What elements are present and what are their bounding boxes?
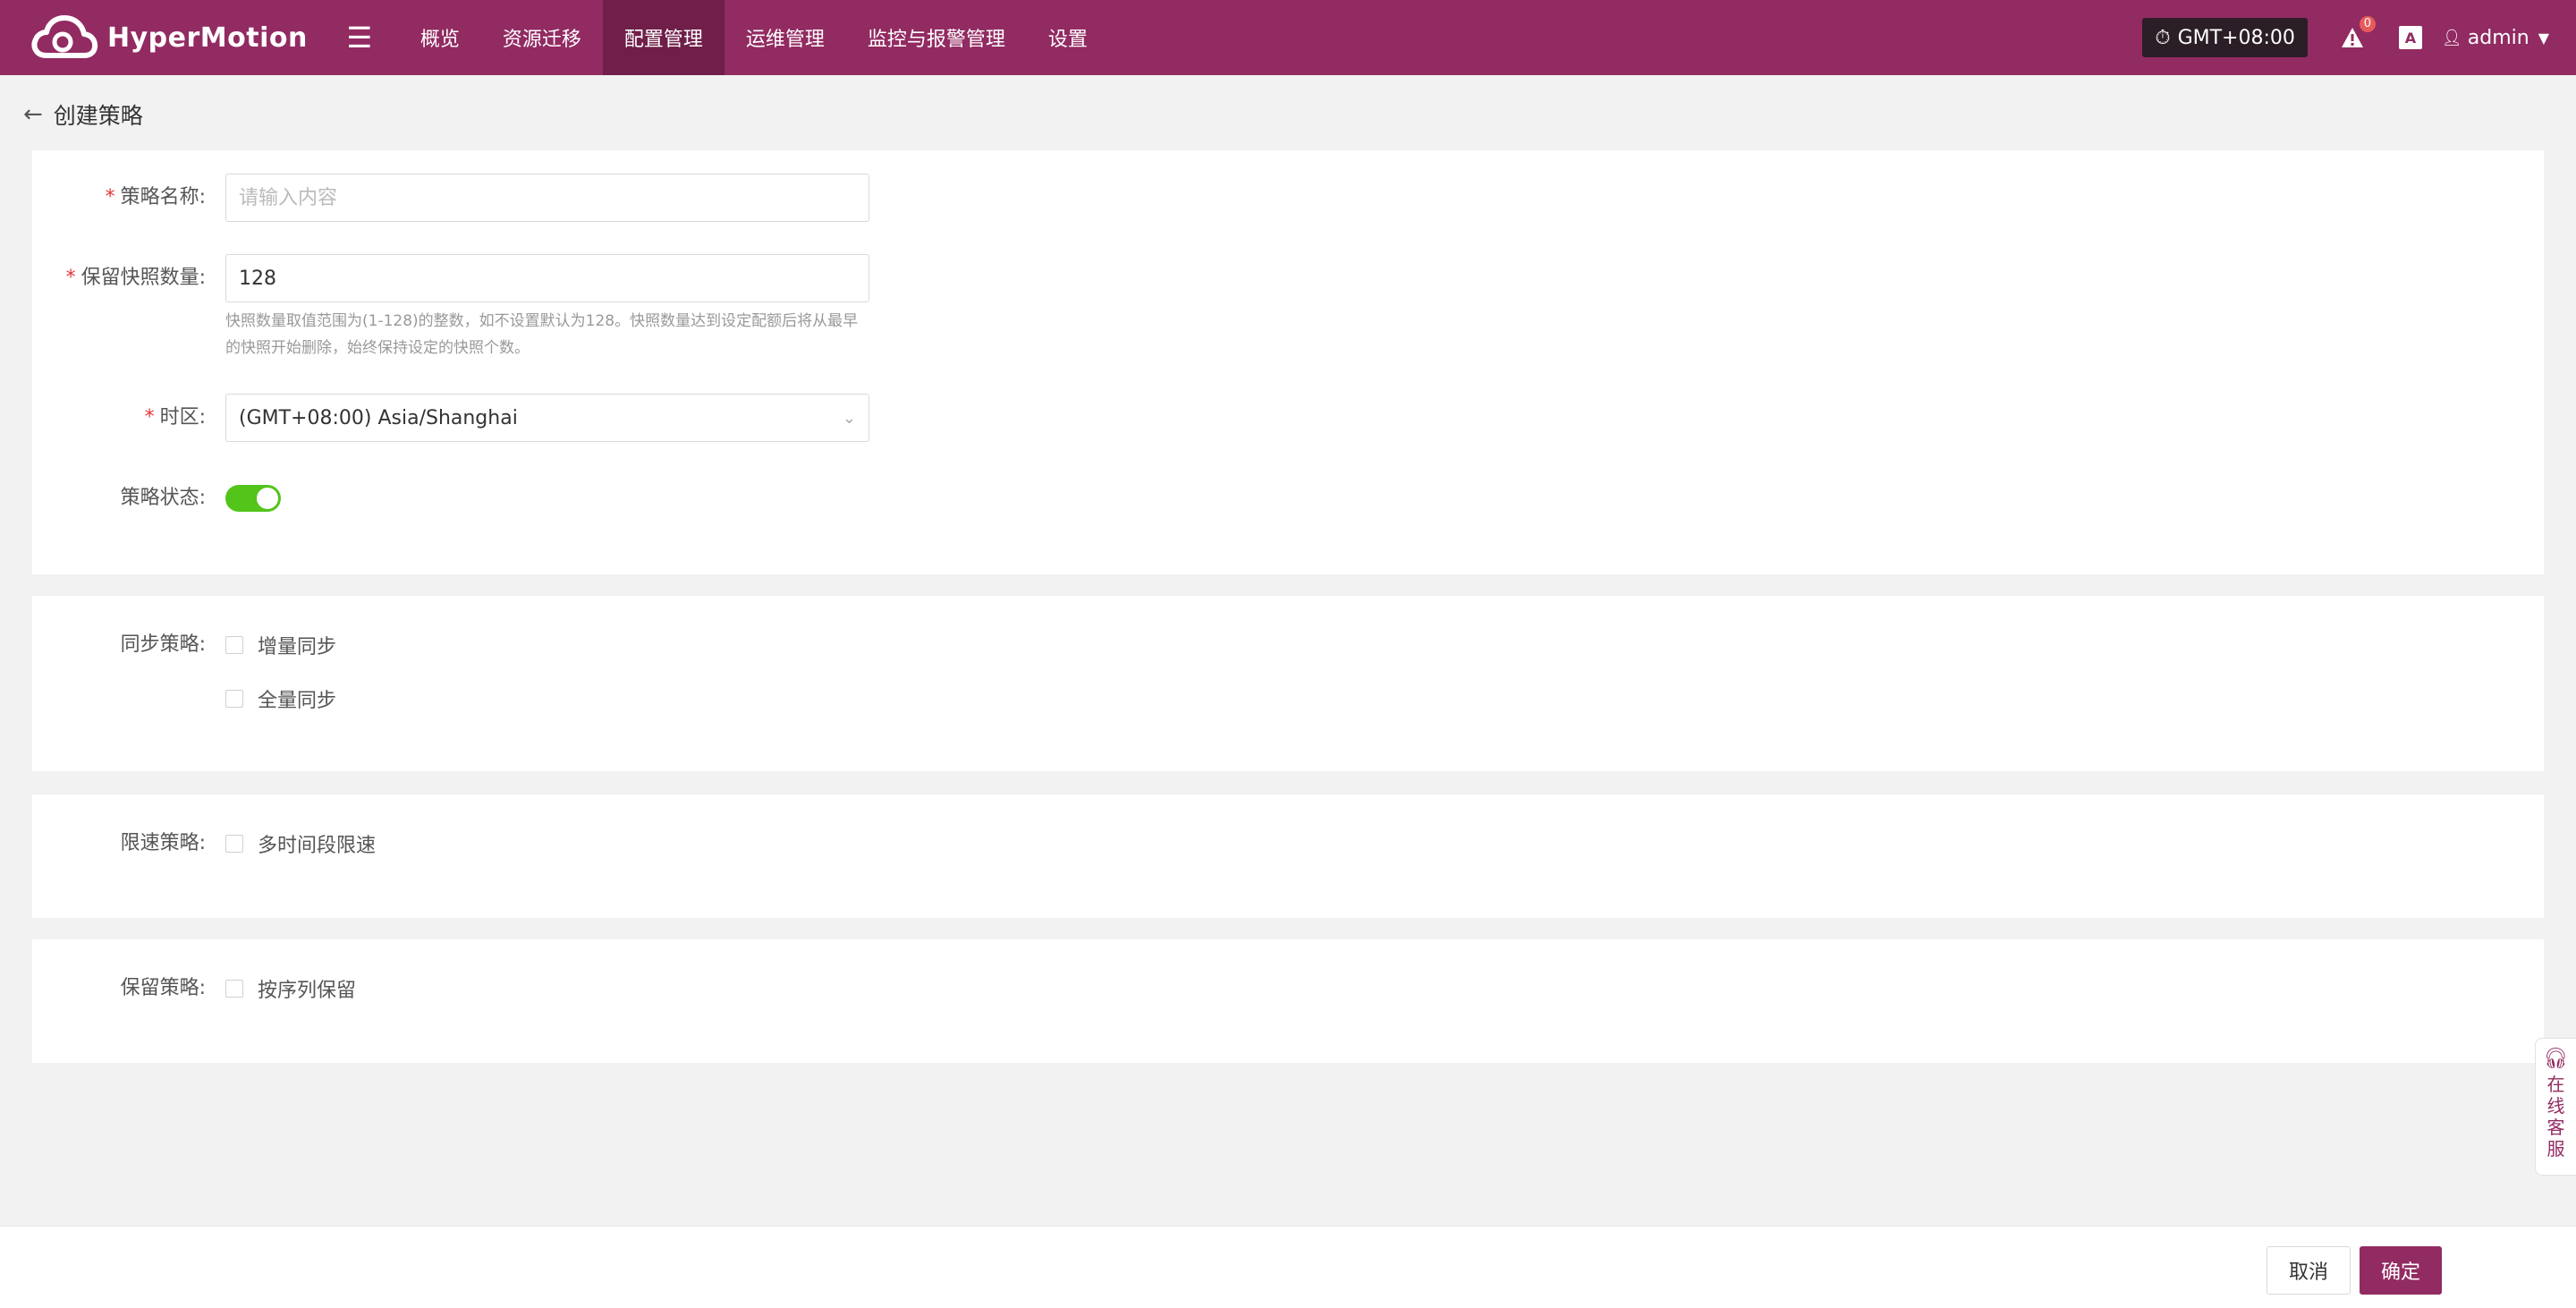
snapshot-count-label: * 保留快照数量: <box>65 267 206 289</box>
nav-settings[interactable]: 设置 <box>1027 0 1109 75</box>
user-icon: 👤︎ <box>2441 28 2462 47</box>
policy-status-row: 策略状态: <box>32 474 281 522</box>
timezone-text: GMT+08:00 <box>2177 26 2295 49</box>
menu-toggle-icon[interactable]: ☰ <box>343 21 376 55</box>
alert-button[interactable]: 0 <box>2340 16 2376 50</box>
language-icon[interactable]: A <box>2398 26 2422 49</box>
alert-count-badge: 0 <box>2359 16 2376 32</box>
nav-resource-migration[interactable]: 资源迁移 <box>481 0 603 75</box>
required-mark: * <box>144 406 155 429</box>
policy-name-row: * 策略名称: <box>32 174 869 222</box>
timezone-select[interactable]: (GMT+08:00) Asia/Shanghai ⌄ <box>225 394 869 442</box>
sequence-retention-checkbox[interactable]: 按序列保留 <box>225 964 356 1013</box>
timezone-select-value: (GMT+08:00) Asia/Shanghai <box>239 406 518 429</box>
checkbox-label: 按序列保留 <box>258 980 357 1002</box>
checkbox-label: 多时间段限速 <box>258 835 377 857</box>
sync-policy-row: 同步策略: 增量同步 全量同步 <box>32 621 336 723</box>
cancel-button[interactable]: 取消 <box>2267 1246 2351 1295</box>
online-service-widget[interactable]: 🎧︎ 在线客服 <box>2535 1038 2576 1176</box>
policy-status-toggle[interactable] <box>225 485 281 512</box>
main-nav: 概览 资源迁移 配置管理 运维管理 监控与报警管理 设置 <box>399 0 1109 75</box>
nav-monitoring-alerts[interactable]: 监控与报警管理 <box>846 0 1027 75</box>
brand-logo[interactable]: HyperMotion <box>29 0 308 75</box>
timezone-row: * 时区: (GMT+08:00) Asia/Shanghai ⌄ <box>32 394 869 442</box>
confirm-button[interactable]: 确定 <box>2360 1246 2442 1295</box>
checkbox-box[interactable] <box>225 980 243 998</box>
policy-status-label: 策略状态: <box>120 487 206 509</box>
multi-period-limit-checkbox[interactable]: 多时间段限速 <box>225 820 376 868</box>
policy-name-input[interactable] <box>225 174 869 222</box>
checkbox-label: 全量同步 <box>258 690 337 712</box>
snapshot-count-row: *保留快照数量: 快照数量取值范围为(1-128)的整数，如不设置默认为128。… <box>32 254 869 361</box>
snapshot-count-hint: 快照数量取值范围为(1-128)的整数，如不设置默认为128。快照数量达到设定配… <box>225 312 859 357</box>
form-footer: 取消 确定 <box>0 1226 2576 1308</box>
retention-policy-card: 保留策略: 按序列保留 <box>32 939 2544 1063</box>
username: admin <box>2467 26 2529 49</box>
basic-settings-card: *策略名称: *保留快照数量: 快照数量取值范围为(1-128)的整数，如不设置… <box>32 150 2544 574</box>
timezone-badge[interactable]: ⏱ GMT+08:00 <box>2142 18 2308 57</box>
rate-limit-row: 限速策略: 多时间段限速 <box>32 820 376 868</box>
checkbox-label: 增量同步 <box>258 636 337 658</box>
required-mark: * <box>65 267 76 289</box>
snapshot-count-input[interactable] <box>225 254 869 302</box>
toggle-knob <box>257 488 278 509</box>
caret-down-icon: ▼ <box>2538 29 2549 47</box>
headset-icon: 🎧︎ <box>2543 1048 2569 1070</box>
user-menu[interactable]: 👤︎ admin ▼ <box>2442 27 2549 49</box>
sync-policy-card: 同步策略: 增量同步 全量同步 <box>32 596 2544 771</box>
nav-ops-management[interactable]: 运维管理 <box>724 0 846 75</box>
sync-policy-label: 同步策略: <box>120 633 206 656</box>
required-mark: * <box>105 186 115 208</box>
online-service-label: 在线客服 <box>2546 1074 2565 1159</box>
nav-overview[interactable]: 概览 <box>399 0 481 75</box>
retention-policy-label: 保留策略: <box>120 977 206 999</box>
top-navigation-bar: HyperMotion ☰ 概览 资源迁移 配置管理 运维管理 监控与报警管理 … <box>0 0 2576 75</box>
cloud-logo-icon <box>31 15 98 58</box>
timezone-label: * 时区: <box>144 406 206 429</box>
clock-icon: ⏱ <box>2155 26 2171 49</box>
checkbox-box[interactable] <box>225 690 243 708</box>
rate-limit-label: 限速策略: <box>120 832 206 854</box>
incremental-sync-checkbox[interactable]: 增量同步 <box>225 621 336 669</box>
header-tools: ⏱ GMT+08:00 0 A 👤︎ admin ▼ <box>2142 0 2549 75</box>
checkbox-box[interactable] <box>225 636 243 654</box>
policy-name-label: * 策略名称: <box>105 186 206 208</box>
page-title: 创建策略 <box>53 103 143 129</box>
chevron-down-icon: ⌄ <box>842 408 856 428</box>
nav-config-management[interactable]: 配置管理 <box>602 0 724 75</box>
page-header: ← 创建策略 <box>23 97 143 132</box>
retention-policy-row: 保留策略: 按序列保留 <box>32 964 356 1013</box>
arrow-left-icon[interactable]: ← <box>23 101 43 128</box>
checkbox-box[interactable] <box>225 835 243 853</box>
brand-name: HyperMotion <box>107 21 308 54</box>
full-sync-checkbox[interactable]: 全量同步 <box>225 675 336 723</box>
rate-limit-card: 限速策略: 多时间段限速 <box>32 794 2544 918</box>
